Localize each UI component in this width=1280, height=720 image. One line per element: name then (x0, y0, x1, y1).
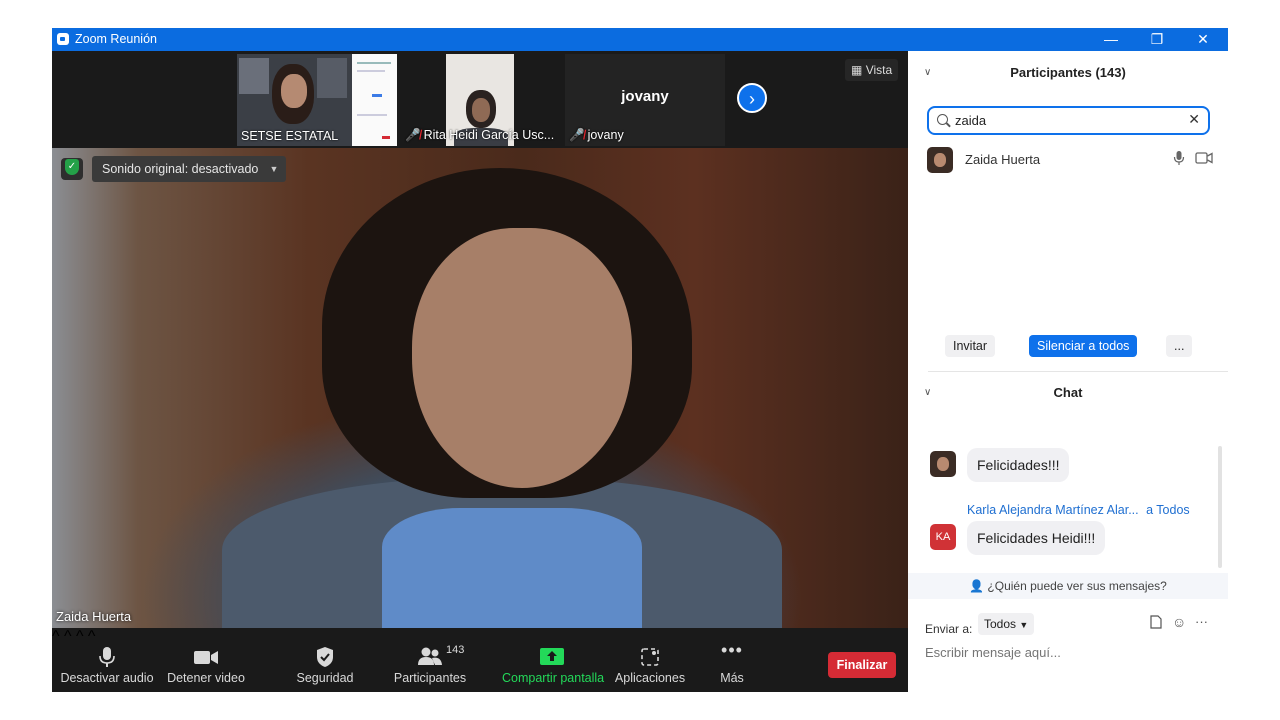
thumbnail-strip: SETSE ESTATAL 🎤̸ Rita Heidi García Usc...… (52, 51, 908, 148)
chat-scrollbar[interactable] (1218, 446, 1222, 568)
security-button[interactable]: Seguridad (292, 628, 358, 692)
restore-button[interactable]: ❐ (1134, 28, 1180, 51)
thumbnail-name: jovany (587, 128, 624, 142)
minimize-button[interactable]: — (1088, 28, 1134, 51)
original-sound-toggle[interactable]: Sonido original: desactivado ▼ (92, 156, 287, 182)
message-bubble: Felicidades!!! (967, 448, 1070, 482)
more-dots-icon: ••• (721, 640, 743, 660)
search-input[interactable] (955, 111, 1175, 130)
zoom-app-icon (57, 33, 69, 45)
participants-more-button[interactable]: ... (1166, 335, 1193, 357)
file-icon[interactable] (1150, 615, 1162, 634)
side-panel: ∨ Participantes (143) ✕ Zaida Huerta Inv… (908, 51, 1228, 692)
recipient-dropdown[interactable]: Todos ▼ (978, 613, 1035, 635)
caret-down-icon: ▼ (269, 164, 279, 174)
apps-button[interactable]: Aplicaciones (614, 628, 686, 692)
thumbnail-name-row: 🎤̸ Rita Heidi García Usc... (405, 128, 554, 143)
chat-title: Chat (1053, 385, 1083, 400)
more-button[interactable]: ••• Más (708, 628, 756, 692)
participants-count: 143 (446, 644, 465, 656)
participants-icon: 143 (392, 644, 468, 668)
avatar: KA (930, 524, 956, 550)
share-screen-label: Compartir pantalla (502, 671, 605, 685)
view-button-label: Vista (865, 63, 893, 77)
next-page-button[interactable]: › (737, 83, 767, 113)
meeting-stage: SETSE ESTATAL 🎤̸ Rita Heidi García Usc...… (52, 51, 908, 638)
more-options-icon[interactable]: ··· (1195, 614, 1208, 629)
stop-video-label: Detener video (167, 671, 245, 685)
participant-row[interactable]: Zaida Huerta (908, 145, 1228, 175)
apps-label: Aplicaciones (614, 671, 686, 685)
security-label: Seguridad (296, 671, 354, 685)
share-screen-icon (502, 646, 602, 668)
message-recipient[interactable]: a Todos (1146, 503, 1190, 517)
avatar (930, 451, 956, 477)
share-screen-button[interactable]: Compartir pantalla (502, 628, 605, 692)
mute-audio-button[interactable]: Desactivar audio (58, 628, 156, 692)
window-title: Zoom Reunión (75, 32, 157, 46)
end-meeting-button[interactable]: Finalizar (828, 652, 896, 678)
zoom-window: Zoom Reunión — ❐ ✕ SETSE ESTATAL 🎤̸ Rita… (52, 28, 1228, 692)
participant-name: Zaida Huerta (965, 152, 1041, 167)
video-figure-shirt-inner (382, 508, 642, 638)
message-input[interactable] (925, 642, 1215, 662)
video-figure-face (412, 228, 632, 488)
invite-button[interactable]: Invitar (945, 335, 996, 357)
participant-search[interactable]: ✕ (927, 106, 1210, 135)
mute-all-button[interactable]: Silenciar a todos (1029, 335, 1138, 357)
close-button[interactable]: ✕ (1180, 28, 1226, 51)
mute-audio-label: Desactivar audio (60, 671, 154, 685)
active-speaker-video: Sonido original: desactivado ▼ Zaida Hue… (52, 148, 908, 638)
apps-icon (614, 646, 686, 668)
document-preview (352, 54, 397, 146)
person-lock-icon: 👤 (969, 579, 985, 593)
thumbnail-name: SETSE ESTATAL (241, 129, 339, 143)
thumbnail-setse-estatal[interactable]: SETSE ESTATAL (237, 54, 397, 146)
chevron-right-icon: › (749, 89, 755, 109)
participants-header: ∨ Participantes (143) (908, 58, 1228, 88)
view-button[interactable]: ▦ Vista (845, 59, 899, 81)
shield-icon (292, 646, 358, 668)
thumbnail-name-row: 🎤̸ jovany (569, 128, 624, 143)
security-shield-icon[interactable] (61, 158, 83, 180)
thumbnail-jovany[interactable]: jovany 🎤̸ jovany (565, 54, 725, 146)
message-sender-line: Karla Alejandra Martínez Alar... a Todos (967, 503, 1190, 517)
participants-label: Participantes (393, 671, 467, 685)
message-bubble: Felicidades Heidi!!! (967, 521, 1106, 555)
grid-view-icon: ▦ (851, 63, 863, 77)
active-speaker-name: Zaida Huerta (56, 609, 132, 624)
search-icon (937, 114, 948, 125)
mic-muted-icon: 🎤̸ (569, 128, 585, 142)
divider (928, 371, 1228, 372)
mic-muted-icon: 🎤̸ (405, 128, 421, 142)
title-bar: Zoom Reunión — ❐ ✕ (52, 28, 1228, 51)
participants-button[interactable]: 143 Participantes (392, 628, 468, 692)
clear-search-icon[interactable]: ✕ (1188, 111, 1200, 128)
send-to-label: Enviar a: (925, 622, 973, 636)
chat-header: ∨ Chat (908, 378, 1228, 408)
meeting-toolbar: Desactivar audio ^ Detener video ^ Segur… (52, 628, 908, 692)
avatar (927, 147, 953, 173)
original-sound-label: Sonido original: desactivado (102, 162, 259, 176)
who-can-see-label: ¿Quién puede ver sus mensajes? (987, 579, 1167, 593)
more-label: Más (720, 671, 744, 685)
microphone-icon[interactable] (1173, 150, 1185, 171)
recipient-value: Todos (984, 617, 1017, 631)
chevron-down-icon[interactable]: ∨ (924, 378, 931, 408)
thumbnail-name: Rita Heidi García Usc... (423, 128, 555, 142)
emoji-icon[interactable]: ☺ (1172, 614, 1186, 630)
video-camera-icon (164, 646, 248, 668)
participants-title: Participantes (143) (1010, 65, 1126, 80)
chevron-down-icon[interactable]: ∨ (924, 58, 931, 88)
stop-video-button[interactable]: Detener video (164, 628, 248, 692)
who-can-see-messages[interactable]: 👤 ¿Quién puede ver sus mensajes? (908, 573, 1228, 599)
microphone-icon (58, 646, 156, 668)
chevron-down-icon: ▼ (1019, 620, 1029, 630)
thumbnail-center-name: jovany (621, 88, 669, 105)
video-camera-icon[interactable] (1195, 151, 1213, 170)
thumbnail-rita-heidi[interactable]: 🎤̸ Rita Heidi García Usc... (401, 54, 561, 146)
message-sender[interactable]: Karla Alejandra Martínez Alar... (967, 503, 1139, 517)
